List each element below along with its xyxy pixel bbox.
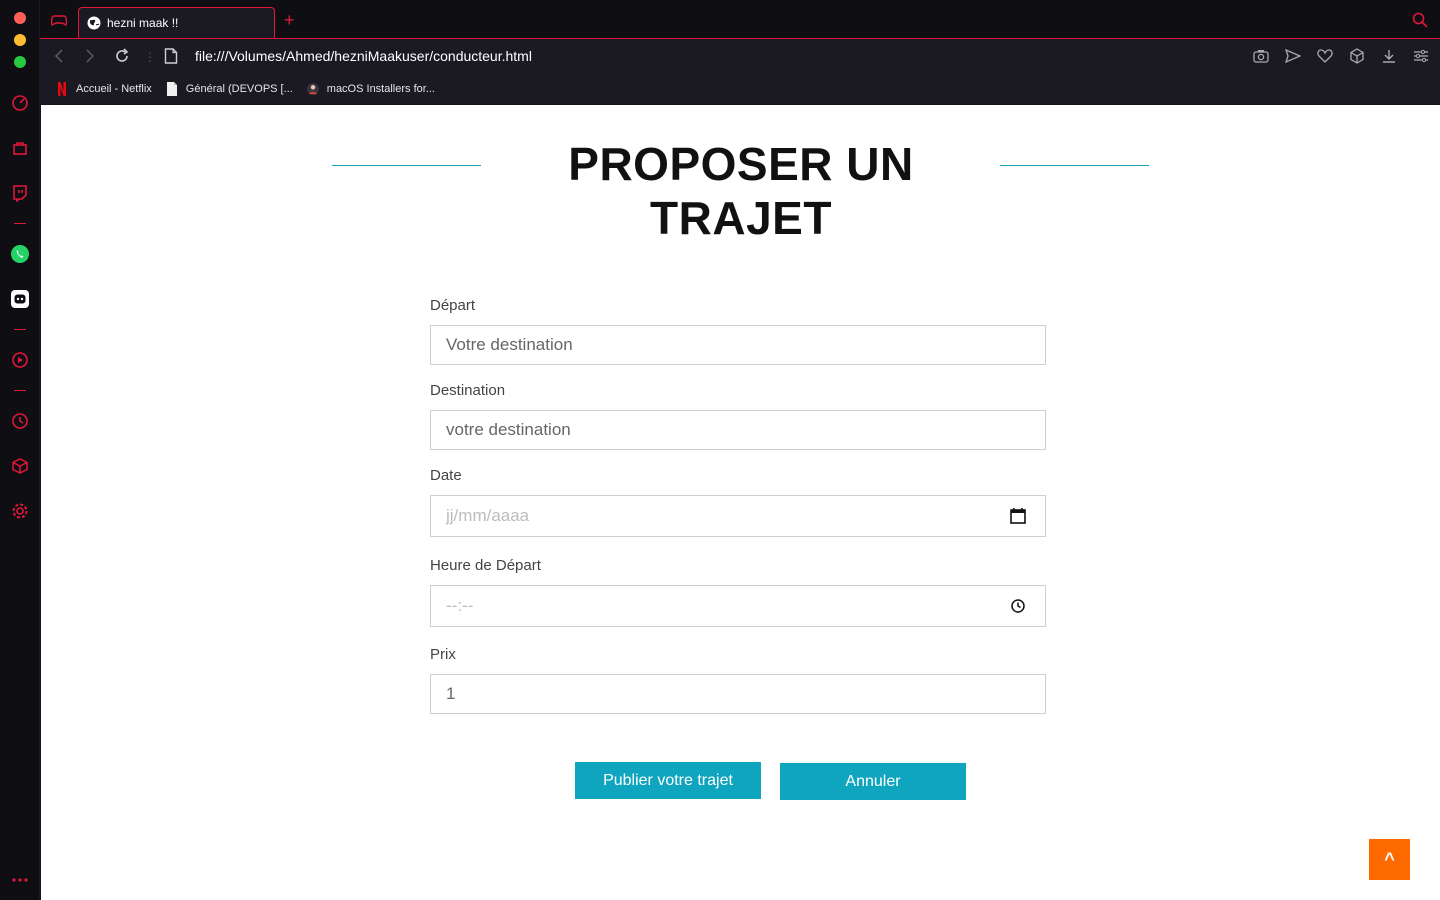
- prix-input[interactable]: 1: [430, 674, 1046, 714]
- depart-placeholder: Votre destination: [446, 335, 573, 354]
- browser-window: hezni maak !! + ⋮ file:///Volumes/Ahmed/…: [0, 0, 1440, 900]
- player-icon[interactable]: [10, 350, 30, 370]
- page-title: PROPOSER UN TRAJET: [568, 138, 914, 244]
- date-label: Date: [430, 467, 462, 484]
- speed-dial-icon[interactable]: [10, 93, 30, 113]
- cube-icon[interactable]: [1348, 47, 1366, 65]
- discord-icon[interactable]: [10, 289, 30, 309]
- address-bar: ⋮ file:///Volumes/Ahmed/hezniMaakuser/co…: [40, 38, 1440, 74]
- avatar-icon: [306, 82, 319, 96]
- tab-strip: hezni maak !! +: [40, 0, 1440, 38]
- bookmarks-bar: Accueil - Netflix Général (DEVOPS [... m…: [40, 74, 1440, 104]
- window-minimize-button[interactable]: [14, 34, 26, 46]
- calendar-icon[interactable]: [1009, 507, 1027, 525]
- gamepad-icon[interactable]: [48, 10, 70, 32]
- date-input[interactable]: jj/mm/aaaa: [430, 495, 1046, 537]
- destination-placeholder: votre destination: [446, 420, 571, 439]
- bookmark-netflix[interactable]: Accueil - Netflix: [56, 82, 152, 96]
- trip-form: Départ Votre destination Destination vot…: [430, 297, 1046, 731]
- title-decoration-line: [1000, 165, 1149, 166]
- prix-label: Prix: [430, 646, 456, 663]
- heure-label: Heure de Départ: [430, 557, 541, 574]
- extensions-cube-icon[interactable]: [10, 456, 30, 476]
- bookmark-label: macOS Installers for...: [326, 83, 435, 95]
- title-decoration-line: [332, 165, 481, 166]
- bookmark-label: Accueil - Netflix: [76, 83, 152, 95]
- forward-button[interactable]: [81, 47, 99, 65]
- download-icon[interactable]: [1380, 47, 1398, 65]
- depart-input[interactable]: Votre destination: [430, 325, 1046, 365]
- globe-icon: [87, 16, 101, 30]
- bookmark-label: Général (DEVOPS [...: [185, 83, 293, 95]
- shopping-bag-icon[interactable]: [10, 138, 30, 158]
- bookmark-macos-installers[interactable]: macOS Installers for...: [306, 82, 435, 96]
- publish-trip-button[interactable]: Publier votre trajet: [575, 762, 761, 799]
- address-divider: ⋮: [144, 50, 156, 64]
- tab-active[interactable]: hezni maak !!: [78, 7, 275, 38]
- bookmark-devops[interactable]: Général (DEVOPS [...: [166, 82, 293, 96]
- sidebar-divider: [14, 329, 26, 330]
- heart-icon[interactable]: [1316, 47, 1334, 65]
- camera-icon[interactable]: [1252, 47, 1270, 65]
- heure-input[interactable]: --:--: [430, 585, 1046, 627]
- page-header: PROPOSER UN TRAJET: [332, 137, 1150, 244]
- window-close-button[interactable]: [14, 12, 26, 24]
- url-field[interactable]: file:///Volumes/Ahmed/hezniMaakuser/cond…: [195, 48, 532, 64]
- cancel-button[interactable]: Annuler: [780, 763, 966, 800]
- clock-icon[interactable]: [1009, 597, 1027, 615]
- sidebar-divider: [14, 223, 26, 224]
- more-options-icon[interactable]: [10, 870, 30, 890]
- reload-button[interactable]: [113, 47, 131, 65]
- new-tab-button[interactable]: +: [284, 11, 295, 29]
- search-tabs-icon[interactable]: [1412, 12, 1428, 28]
- window-zoom-button[interactable]: [14, 56, 26, 68]
- destination-input[interactable]: votre destination: [430, 410, 1046, 450]
- twitch-icon[interactable]: [10, 183, 30, 203]
- netflix-icon: [56, 82, 68, 96]
- depart-label: Départ: [430, 297, 476, 314]
- back-button[interactable]: [50, 47, 68, 65]
- destination-label: Destination: [430, 382, 506, 399]
- page-icon: [164, 48, 178, 64]
- scroll-to-top-button[interactable]: ^: [1369, 839, 1410, 880]
- easy-setup-icon[interactable]: [1412, 47, 1430, 65]
- sidebar-divider: [14, 390, 26, 391]
- whatsapp-icon[interactable]: [10, 244, 30, 264]
- heure-placeholder: --:--: [446, 596, 474, 615]
- history-icon[interactable]: [10, 411, 30, 431]
- date-placeholder: jj/mm/aaaa: [446, 506, 530, 525]
- send-icon[interactable]: [1284, 47, 1302, 65]
- document-icon: [166, 82, 178, 96]
- browser-sidebar: [0, 0, 40, 900]
- settings-gear-icon[interactable]: [10, 501, 30, 521]
- tab-title: hezni maak !!: [107, 16, 179, 30]
- page-content: PROPOSER UN TRAJET Départ Votre destinat…: [41, 105, 1440, 900]
- prix-value: 1: [446, 684, 456, 703]
